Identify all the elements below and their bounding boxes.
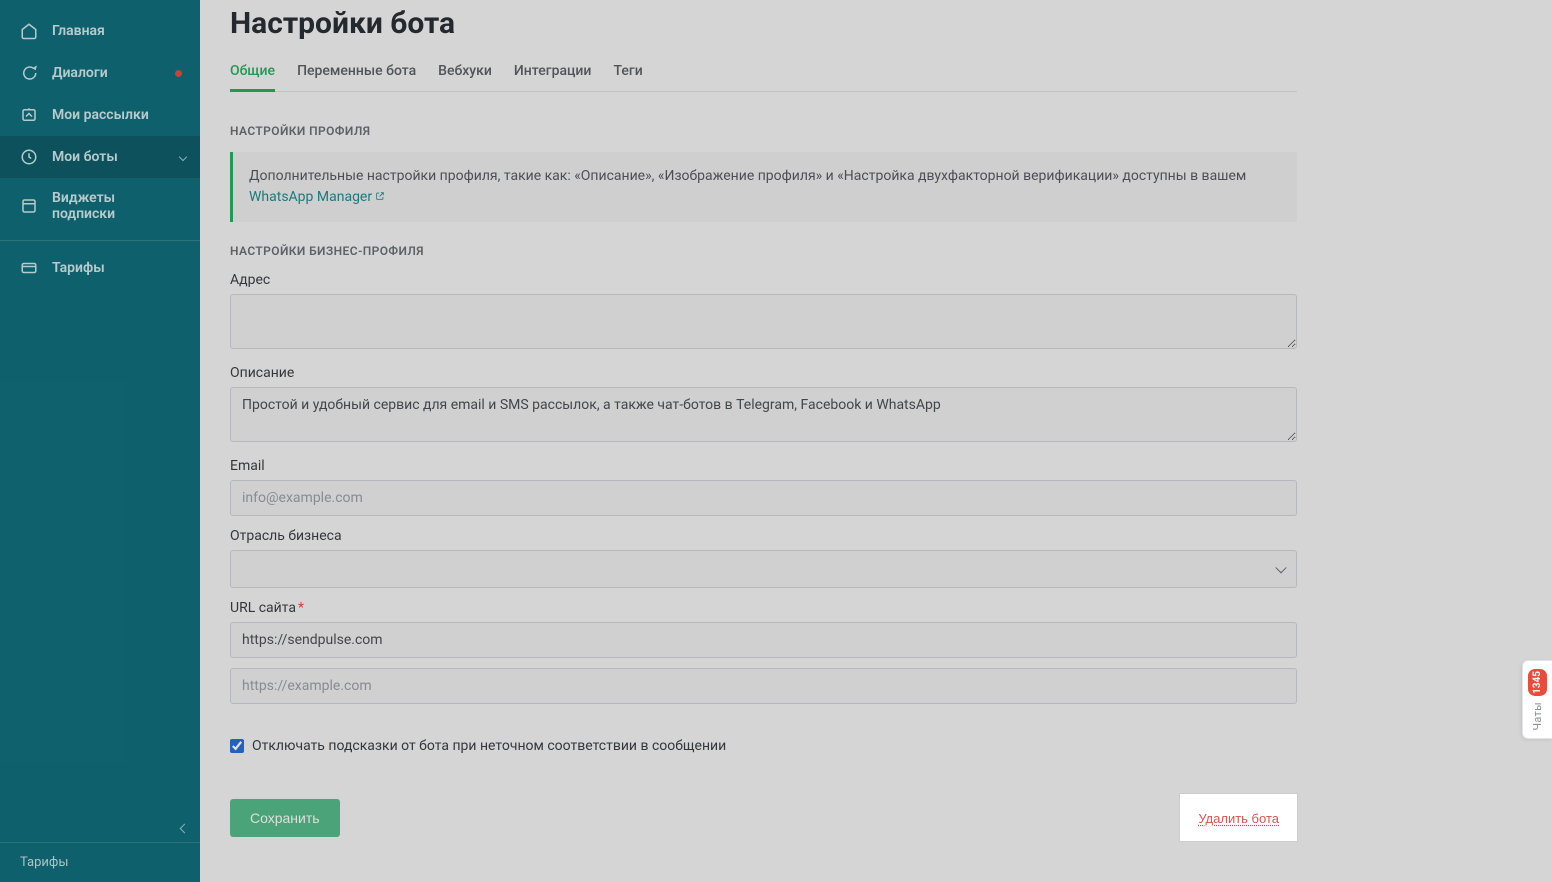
sidebar-item-widgets[interactable]: Виджеты подписки [0,178,200,234]
sidebar-bottom-tariffs[interactable]: Тарифы [0,842,200,882]
sidebar-collapse-button[interactable] [174,818,194,838]
address-label: Адрес [230,272,1297,288]
business-section-heading: НАСТРОЙКИ БИЗНЕС-ПРОФИЛЯ [230,244,1297,258]
tab-tags[interactable]: Теги [613,53,642,91]
chat-count-badge: 1345 [1528,669,1547,696]
industry-select[interactable] [230,550,1297,588]
save-button[interactable]: Сохранить [230,799,340,837]
home-icon [20,22,38,40]
tab-general[interactable]: Общие [230,53,275,91]
whatsapp-manager-link[interactable]: WhatsApp Manager [249,189,385,205]
delete-bot-button[interactable]: Удалить бота [1198,811,1279,826]
delete-bot-highlight: Удалить бота [1180,794,1297,841]
sidebar-item-dialogs[interactable]: Диалоги [0,52,200,94]
sidebar-item-home[interactable]: Главная [0,10,200,52]
widget-icon [20,197,38,215]
info-text: Дополнительные настройки профиля, такие … [249,168,1246,184]
disable-hints-checkbox[interactable] [230,739,244,753]
sidebar: Главная Диалоги Мои рассылки Мои боты [0,0,200,882]
chat-widget[interactable]: 1345 Чаты [1522,660,1552,739]
url-label: URL сайта* [230,600,1297,616]
disable-hints-label[interactable]: Отключать подсказки от бота при неточном… [252,738,726,754]
address-input[interactable] [230,294,1297,349]
page-title: Настройки бота [230,0,1297,47]
notification-dot-icon [175,70,182,77]
sidebar-item-label: Виджеты подписки [52,190,180,222]
tab-variables[interactable]: Переменные бота [297,53,416,91]
tab-integrations[interactable]: Интеграции [514,53,592,91]
sidebar-item-label: Тарифы [52,260,105,276]
email-label: Email [230,458,1297,474]
sidebar-item-label: Мои рассылки [52,107,149,123]
required-asterisk: * [298,600,304,616]
sidebar-item-tariffs[interactable]: Тарифы [0,247,200,289]
sidebar-divider [0,240,200,241]
clock-icon [20,148,38,166]
profile-section-heading: НАСТРОЙКИ ПРОФИЛЯ [230,124,1297,138]
profile-info-box: Дополнительные настройки профиля, такие … [230,152,1297,222]
description-input[interactable] [230,387,1297,442]
industry-label: Отрасль бизнеса [230,528,1297,544]
tab-webhooks[interactable]: Вебхуки [438,53,492,91]
broadcast-icon [20,106,38,124]
url-input-2[interactable] [230,668,1297,704]
tabs: Общие Переменные бота Вебхуки Интеграции… [230,53,1297,92]
card-icon [20,259,38,277]
email-input[interactable] [230,480,1297,516]
sidebar-item-broadcasts[interactable]: Мои рассылки [0,94,200,136]
chat-icon [20,64,38,82]
external-link-icon [375,187,385,197]
sidebar-item-label: Диалоги [52,65,108,81]
main-content: Настройки бота Общие Переменные бота Веб… [200,0,1552,882]
chat-widget-label: Чаты [1531,702,1544,730]
sidebar-item-label: Главная [52,23,105,39]
url-input-1[interactable] [230,622,1297,658]
description-label: Описание [230,365,1297,381]
sidebar-item-bots[interactable]: Мои боты [0,136,200,178]
sidebar-item-label: Мои боты [52,149,118,165]
